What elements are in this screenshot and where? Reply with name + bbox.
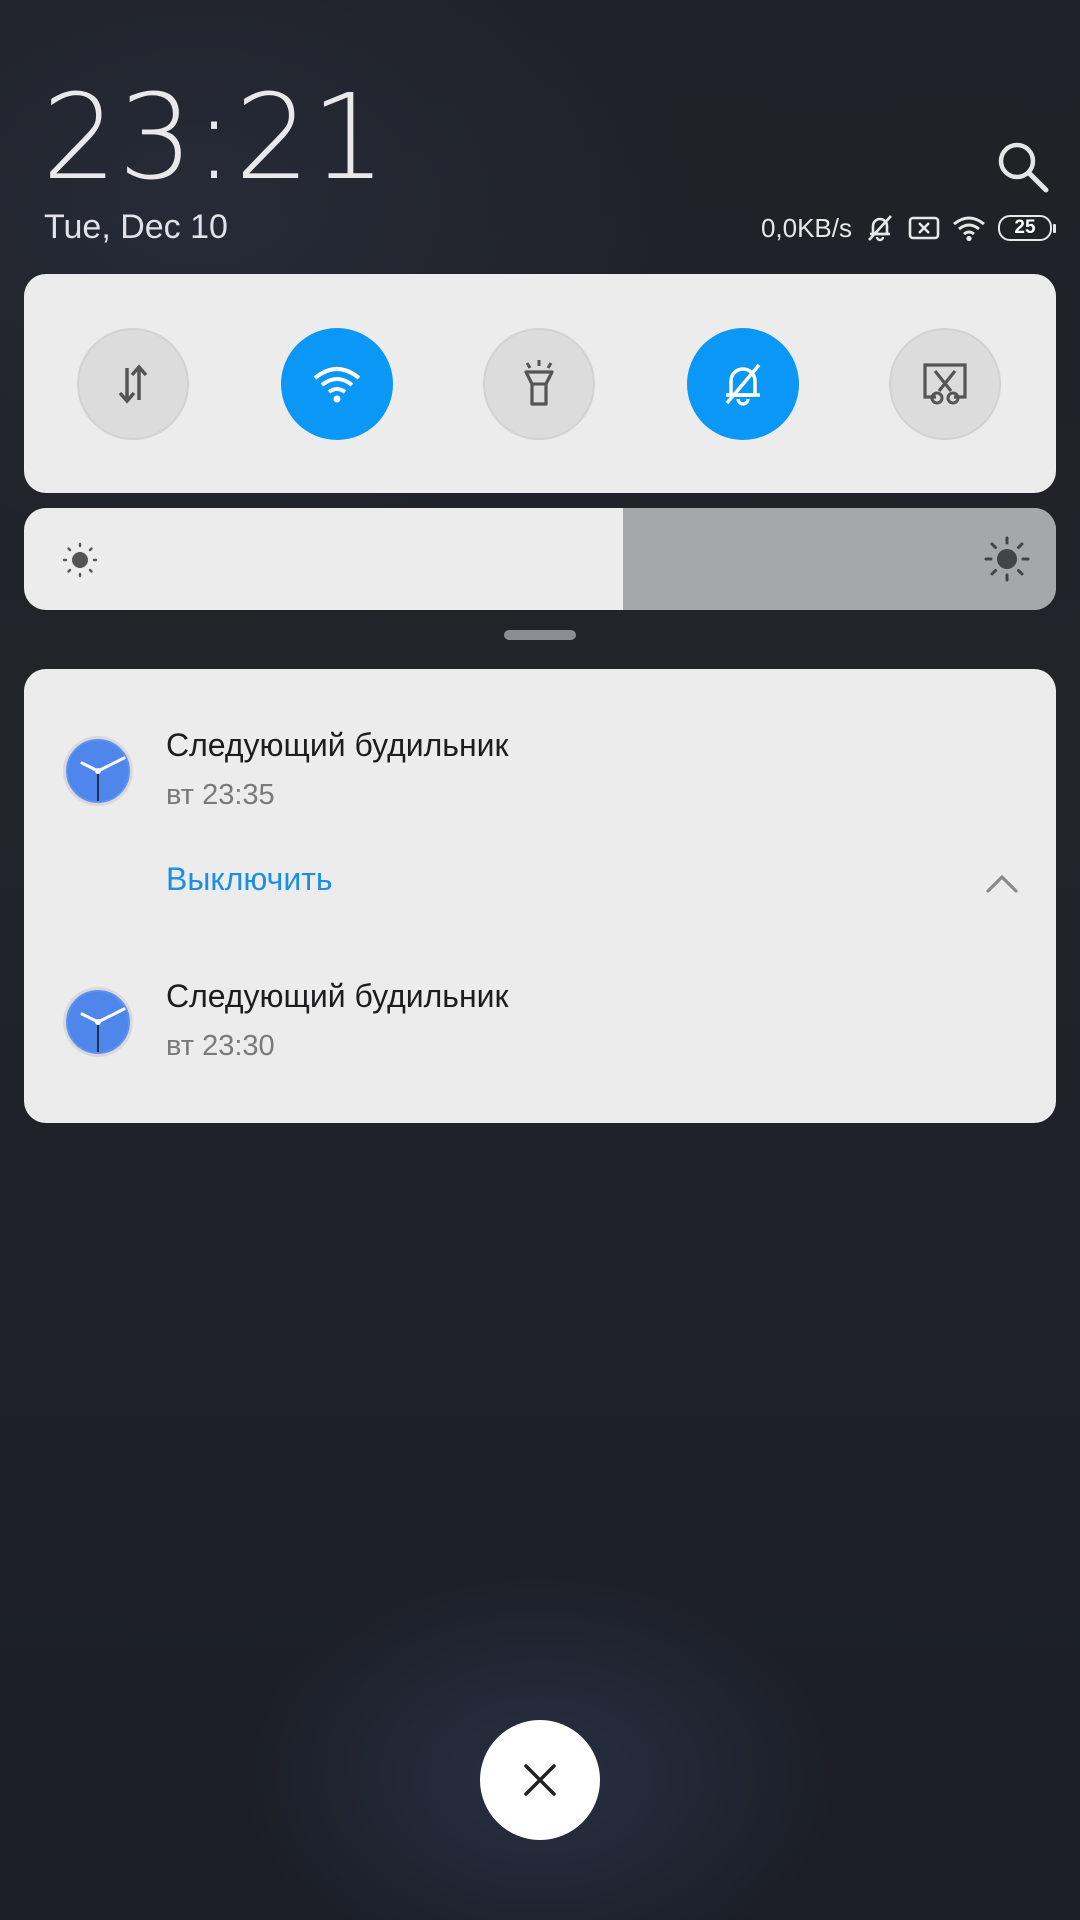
chevron-up-icon bbox=[986, 875, 1018, 893]
quick-settings-panel bbox=[24, 274, 1056, 493]
turn-off-button[interactable]: Выключить bbox=[166, 861, 333, 898]
battery-icon: 25 bbox=[998, 215, 1056, 241]
notification-card: Следующий будильник вт 23:35 Выключить С… bbox=[24, 669, 1056, 1123]
notification-title: Следующий будильник bbox=[166, 727, 509, 763]
wifi-toggle[interactable] bbox=[281, 328, 393, 440]
flashlight-toggle[interactable] bbox=[483, 328, 595, 440]
flashlight-icon bbox=[524, 360, 554, 406]
screenshot-toggle[interactable] bbox=[889, 328, 1001, 440]
brightness-low-icon bbox=[60, 540, 100, 585]
notification-title: Следующий будильник bbox=[166, 978, 509, 1014]
date-label: Tue, Dec 10 bbox=[44, 208, 228, 246]
notification-subtitle: вт 23:35 bbox=[166, 779, 275, 811]
clock-app-icon bbox=[63, 736, 133, 806]
no-sim-icon bbox=[908, 215, 940, 241]
silent-toggle[interactable] bbox=[687, 328, 799, 440]
status-bar: 0,0KB/s 25 bbox=[760, 208, 1056, 248]
search-icon bbox=[998, 142, 1049, 193]
brightness-slider[interactable] bbox=[24, 508, 1056, 610]
close-icon bbox=[524, 1764, 556, 1796]
clock-time: 23:21 bbox=[42, 68, 388, 206]
clear-all-button[interactable] bbox=[480, 1720, 600, 1840]
bell-off-icon bbox=[725, 363, 761, 406]
collapse-button[interactable] bbox=[982, 869, 1022, 899]
network-speed: 0,0KB/s bbox=[760, 212, 852, 243]
battery-level: 25 bbox=[1014, 217, 1036, 238]
mute-icon bbox=[864, 212, 896, 244]
mobile-data-toggle[interactable] bbox=[77, 328, 189, 440]
brightness-high-icon bbox=[984, 536, 1030, 587]
notification-subtitle: вт 23:30 bbox=[166, 1030, 275, 1062]
scissors-icon bbox=[923, 363, 967, 405]
drag-handle[interactable] bbox=[504, 630, 576, 640]
wifi-icon bbox=[313, 367, 361, 403]
search-button[interactable] bbox=[994, 138, 1052, 196]
clock-app-icon bbox=[63, 987, 133, 1057]
wifi-icon bbox=[952, 214, 986, 242]
data-arrows-icon bbox=[118, 364, 148, 404]
